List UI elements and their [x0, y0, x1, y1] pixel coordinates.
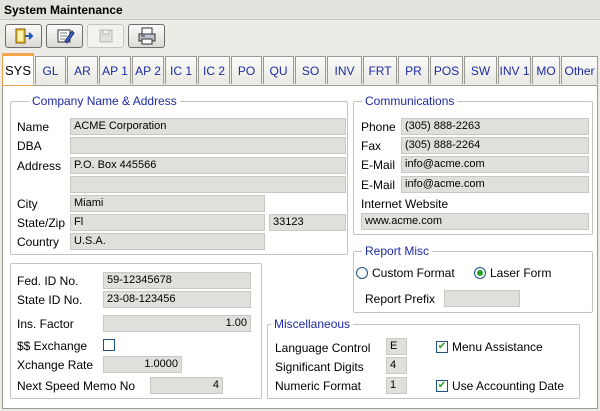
checkmark-icon: ✔: [437, 341, 447, 352]
ins-factor-field[interactable]: 1.00: [103, 315, 251, 332]
tab-other[interactable]: Other: [561, 56, 598, 84]
tab-po[interactable]: PO: [231, 56, 262, 84]
communications-group-title: Communications: [362, 94, 458, 108]
save-icon: [99, 29, 112, 43]
city-field[interactable]: Miami: [70, 195, 265, 212]
language-control-label: Language Control: [275, 341, 371, 355]
speed-memo-field[interactable]: 4: [150, 377, 223, 394]
fed-id-field[interactable]: 59-12345678: [103, 272, 251, 289]
checkmark-icon: ✔: [437, 380, 447, 391]
phone-field[interactable]: (305) 888-2263: [401, 118, 589, 135]
significant-digits-field[interactable]: 4: [386, 357, 407, 374]
numeric-format-field[interactable]: 1: [386, 377, 407, 394]
tab-inv1[interactable]: INV 1: [498, 56, 531, 84]
fed-id-label: Fed. ID No.: [17, 274, 79, 288]
exchange-label: $$ Exchange: [17, 339, 88, 353]
address-line2-field[interactable]: [70, 176, 346, 193]
custom-format-label: Custom Format: [372, 266, 455, 280]
save-button[interactable]: [87, 24, 124, 48]
tab-ic2[interactable]: IC 2: [198, 56, 230, 84]
tab-inv[interactable]: INV: [327, 56, 362, 84]
email1-field[interactable]: info@acme.com: [401, 156, 589, 173]
misc-group-title: Miscellaneous: [271, 317, 354, 331]
name-field[interactable]: ACME Corporation: [70, 118, 346, 135]
ins-factor-label: Ins. Factor: [17, 317, 74, 331]
tab-mo[interactable]: MO: [532, 56, 560, 84]
menu-assistance-checkbox[interactable]: ✔: [436, 341, 448, 353]
significant-digits-label: Significant Digits: [275, 360, 364, 374]
print-button[interactable]: [128, 24, 165, 48]
laser-form-radio[interactable]: [474, 267, 486, 279]
speed-memo-label: Next Speed Memo No: [17, 379, 136, 393]
state-id-field[interactable]: 23-08-123456: [103, 291, 251, 308]
xchange-rate-field[interactable]: 1.0000: [103, 356, 182, 373]
edit-icon: [57, 29, 75, 44]
company-group-title: Company Name & Address: [29, 94, 180, 108]
tab-ap1[interactable]: AP 1: [99, 56, 131, 84]
tab-ap2[interactable]: AP 2: [132, 56, 164, 84]
radio-selected-dot: [477, 270, 483, 276]
print-icon: [138, 27, 155, 45]
exit-button[interactable]: [5, 24, 42, 48]
tab-ar[interactable]: AR: [67, 56, 98, 84]
address-label: Address: [17, 159, 62, 173]
menu-assistance-label: Menu Assistance: [452, 340, 543, 354]
report-prefix-field[interactable]: [444, 290, 520, 307]
country-field[interactable]: U.S.A.: [70, 233, 265, 250]
window-title: System Maintenance: [0, 0, 600, 20]
address-line1-field[interactable]: P.O. Box 445566: [70, 157, 346, 174]
state-zip-label: State/Zip: [17, 216, 66, 230]
tab-pr[interactable]: PR: [398, 56, 429, 84]
city-label: City: [17, 197, 38, 211]
tab-frt[interactable]: FRT: [363, 56, 397, 84]
state-field[interactable]: Fl: [70, 214, 265, 231]
email2-field[interactable]: info@acme.com: [401, 176, 589, 193]
use-accounting-date-checkbox[interactable]: ✔: [436, 380, 448, 392]
custom-format-radio[interactable]: [356, 267, 368, 279]
exit-icon: [15, 28, 33, 44]
phone-label: Phone: [361, 120, 396, 134]
email1-label: E-Mail: [361, 158, 396, 172]
tab-so[interactable]: SO: [295, 56, 326, 84]
tab-sw[interactable]: SW: [464, 56, 497, 84]
report-misc-group-title: Report Misc: [362, 244, 433, 258]
email2-label: E-Mail: [361, 178, 396, 192]
tab-pos[interactable]: POS: [430, 56, 463, 84]
tab-gl[interactable]: GL: [35, 56, 66, 84]
website-label: Internet Website: [361, 197, 449, 211]
fax-label: Fax: [361, 139, 382, 153]
report-prefix-label: Report Prefix: [365, 292, 436, 306]
tab-qu[interactable]: QU: [263, 56, 294, 84]
edit-button[interactable]: [46, 24, 83, 48]
dba-label: DBA: [17, 139, 42, 153]
fax-field[interactable]: (305) 888-2264: [401, 137, 589, 154]
exchange-checkbox[interactable]: [103, 339, 115, 351]
zip-field[interactable]: 33123: [269, 214, 346, 231]
dba-field[interactable]: [70, 137, 346, 154]
website-field[interactable]: www.acme.com: [361, 213, 589, 230]
laser-form-label: Laser Form: [490, 266, 552, 280]
tab-sys[interactable]: SYS: [2, 53, 34, 86]
name-label: Name: [17, 120, 50, 134]
xchange-rate-label: Xchange Rate: [17, 358, 94, 372]
tab-ic1[interactable]: IC 1: [165, 56, 197, 84]
numeric-format-label: Numeric Format: [275, 379, 362, 393]
use-accounting-date-label: Use Accounting Date: [452, 379, 565, 393]
country-label: Country: [17, 235, 60, 249]
language-control-field[interactable]: E: [386, 338, 407, 355]
state-id-label: State ID No.: [17, 293, 83, 307]
